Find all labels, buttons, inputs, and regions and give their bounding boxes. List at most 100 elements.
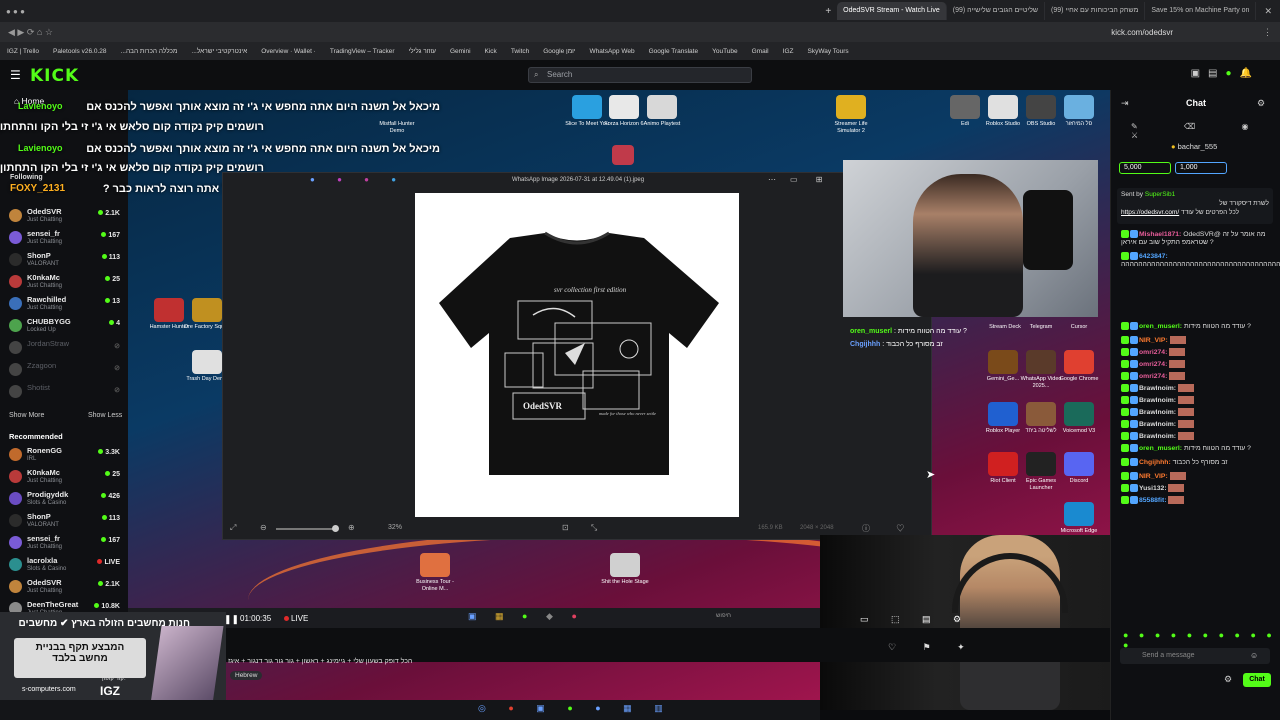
bookmark-item[interactable]: Google יומן (536, 48, 582, 55)
zoom-out-icon[interactable]: ⊖ (260, 523, 267, 532)
bookmark-item[interactable]: Paletools v26.0.28 (46, 48, 113, 55)
browser-tab[interactable]: Save 15% on Machine Party on (1145, 2, 1257, 20)
chat-message[interactable]: omri274: (1121, 360, 1280, 372)
chat-message[interactable]: NIR_VIP: (1121, 472, 1280, 484)
chat-username[interactable]: omri274: (1139, 349, 1167, 356)
window-close-icon[interactable]: ✕ (1256, 6, 1280, 17)
desktop-app-icon[interactable] (572, 95, 602, 119)
search-input[interactable]: ⌕ Search (528, 67, 752, 83)
pinned-user[interactable]: ● bachar_555 (1171, 142, 1217, 151)
desktop-app-icon[interactable] (1064, 502, 1094, 526)
pinned-message[interactable]: Sent by SuperSib1 לשרת דיסקורד של https:… (1117, 188, 1273, 224)
show-more-button[interactable]: Show More (9, 412, 44, 419)
desktop-app-icon[interactable] (192, 298, 222, 322)
chat-message[interactable]: 6423847: ההההההההההההההההההההההההההההההה… (1121, 252, 1280, 322)
show-less-button[interactable]: Show Less (88, 412, 122, 419)
chat-message[interactable]: Brawlnoim: (1121, 420, 1280, 432)
sidebar-channel[interactable]: JordanStraw ⊘ (6, 338, 122, 360)
desktop-app-icon[interactable] (1026, 402, 1056, 426)
pinned-link[interactable]: https://odedsvr.com/ (1121, 209, 1179, 216)
language-tag[interactable]: Hebrew (230, 671, 263, 680)
desktop-app-icon[interactable] (836, 95, 866, 119)
desktop-app-icon[interactable] (1026, 350, 1056, 374)
browser-tab[interactable]: OdedSVR Stream - Watch Live (837, 2, 947, 20)
chat-username[interactable]: Brawlnoim: (1139, 397, 1176, 404)
chat-username[interactable]: omri274: (1139, 373, 1167, 380)
chat-tool-icons[interactable]: ✎ ⌫ ◉ ⚔ (1131, 122, 1280, 140)
chat-username[interactable]: Brawlnoim: (1139, 421, 1176, 428)
bookmark-item[interactable]: TradingView – Tracker (323, 48, 402, 55)
desktop-app-icon[interactable] (988, 452, 1018, 476)
sidebar-channel[interactable]: Zzagoon ⊘ (6, 360, 122, 382)
nav-icons[interactable]: ◀ ▶ ⟳ ⌂ ☆ (0, 27, 140, 38)
bookmark-item[interactable]: ...מכללה הכרות הבה (114, 48, 185, 55)
zoom-level[interactable]: 32% (388, 524, 402, 531)
desktop-app-icon[interactable] (609, 95, 639, 119)
chat-message[interactable]: Brawlnoim: (1121, 408, 1280, 420)
bookmark-item[interactable]: Twitch (504, 48, 536, 55)
chat-username[interactable]: Brawlnoim: (1139, 409, 1176, 416)
chat-username[interactable]: NIR_VIP: (1139, 473, 1168, 480)
chat-message[interactable]: Yusi132: (1121, 484, 1280, 496)
chat-username[interactable]: Brawlnoim: (1139, 433, 1176, 440)
browser-tab[interactable]: שליטיים הגובים שלישייה (99) (947, 2, 1046, 20)
bookmark-item[interactable]: YouTube (705, 48, 745, 55)
bookmark-item[interactable]: ...אינטרקטיבי ישראל (184, 48, 254, 55)
bookmark-item[interactable]: Kick (478, 48, 504, 55)
chat-message[interactable]: Brawlnoim: (1121, 432, 1280, 444)
new-tab-button[interactable]: + (819, 6, 837, 17)
pause-icon[interactable]: ❚❚ (224, 614, 239, 625)
chat-username[interactable]: omri274: (1139, 361, 1167, 368)
chat-message[interactable]: 85588fit: (1121, 496, 1280, 508)
bookmark-item[interactable]: Google Translate (642, 48, 706, 55)
sidebar-channel[interactable]: Shotist ⊘ (6, 382, 122, 404)
chat-username[interactable]: oren_muserl: (1139, 445, 1182, 452)
goal-left[interactable]: 5,000 (1119, 162, 1171, 174)
goal-right[interactable]: 1,000 (1175, 162, 1227, 174)
bookmark-item[interactable]: IGZ | Trello (0, 48, 46, 55)
chat-message[interactable]: omri274: (1121, 372, 1280, 384)
recommended-channel[interactable]: K0nkaMc Just Chatting 25 (6, 467, 122, 489)
sidebar-channel[interactable]: ShonP VALORANT 113 (6, 250, 122, 272)
fit-icon[interactable]: ⊡ ⤡ (562, 523, 607, 533)
sidebar-channel[interactable]: sensei_fr Just Chatting 167 (6, 228, 122, 250)
chat-bottom-settings-icon[interactable]: ⚙ (1224, 674, 1232, 685)
os-taskbar-icons[interactable]: ◎ ● ▣ ● ● ▦ ▥ (478, 703, 673, 714)
ad-site[interactable]: s-computers.com (22, 686, 76, 693)
fullscreen-icon[interactable]: ⤢ (230, 523, 236, 533)
viewer-more-icon[interactable]: ⋯ (768, 175, 776, 184)
sidebar-channel[interactable]: K0nkaMc Just Chatting 25 (6, 272, 122, 294)
browser-menu-icon[interactable]: ⋮ (1263, 27, 1280, 38)
desktop-app-icon[interactable] (1026, 452, 1056, 476)
desktop-app-icon[interactable] (647, 95, 677, 119)
recommended-channel[interactable]: sensei_fr Just Chatting 167 (6, 533, 122, 555)
chat-message[interactable]: oren_muserl: עודד מה הטווח מידות ? (1121, 444, 1280, 458)
bookmark-item[interactable]: SkyWay Tours (800, 48, 855, 55)
zoom-slider[interactable] (276, 525, 339, 532)
sidebar-channel[interactable]: CHUBBYGG Locked Up 4 (6, 316, 122, 338)
chat-username[interactable]: 6423847: (1139, 253, 1168, 260)
desktop-app-icon[interactable] (950, 95, 980, 119)
chat-username[interactable]: 85588fit: (1139, 497, 1167, 504)
chat-username[interactable]: Yusi132: (1139, 485, 1167, 492)
desktop-app-icon[interactable] (610, 553, 640, 577)
chat-username[interactable]: Mishael1871: (1139, 231, 1181, 238)
chat-username[interactable]: NIR_VIP: (1139, 337, 1168, 344)
viewer-actions-icon[interactable]: ▭ ⊞ (790, 175, 830, 184)
collapse-chat-icon[interactable]: ⇥ (1121, 98, 1129, 109)
chat-message[interactable]: Brawlnoim: (1121, 384, 1280, 396)
desktop-app-icon[interactable] (1026, 95, 1056, 119)
bookmark-item[interactable]: WhatsApp Web (583, 48, 642, 55)
chat-settings-icon[interactable]: ⚙ (1257, 98, 1265, 109)
recommended-channel[interactable]: ShonP VALORANT 113 (6, 511, 122, 533)
chat-input[interactable]: Send a message (1120, 648, 1270, 664)
desktop-app-icon[interactable] (988, 95, 1018, 119)
chat-message[interactable]: oren_muserl: עודד מה הטווח מידות ? (1121, 322, 1280, 336)
desktop-app-icon[interactable] (988, 350, 1018, 374)
desktop-app-icon[interactable] (1064, 452, 1094, 476)
menu-icon[interactable]: ☰ (10, 68, 21, 82)
chat-message[interactable]: NIR_VIP: (1121, 336, 1280, 348)
desktop-app-icon[interactable] (1064, 402, 1094, 426)
header-action-icons[interactable]: ▣▤●🔔 (1191, 68, 1260, 79)
sidebar-channel[interactable]: OdedSVR Just Chatting 2.1K (6, 206, 122, 228)
